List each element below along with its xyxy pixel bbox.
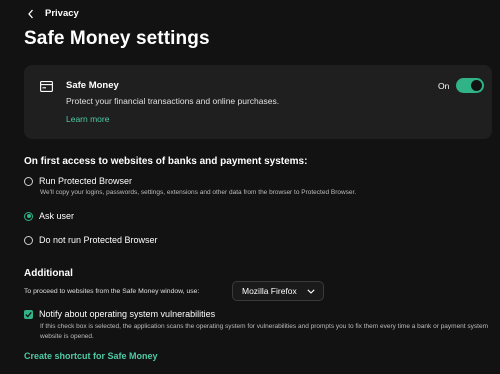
radio-label: Run Protected Browser bbox=[39, 176, 133, 186]
radio-label: Ask user bbox=[39, 211, 75, 221]
radio-button[interactable] bbox=[24, 176, 33, 186]
chevron-down-icon bbox=[307, 288, 315, 294]
safe-money-toggle[interactable] bbox=[456, 78, 484, 93]
toggle-knob bbox=[471, 80, 482, 91]
create-shortcut-link[interactable]: Create shortcut for Safe Money bbox=[24, 351, 158, 361]
proceed-browser-text: To proceed to websites from the Safe Mon… bbox=[24, 288, 200, 295]
first-access-heading: On first access to websites of banks and… bbox=[24, 156, 308, 167]
back-label: Privacy bbox=[45, 8, 79, 19]
radio-do-not-run-protected-browser[interactable]: Do not run Protected Browser bbox=[24, 235, 158, 245]
chevron-left-icon bbox=[28, 9, 33, 18]
radio-run-protected-browser[interactable]: Run Protected Browser bbox=[24, 176, 132, 186]
notify-vulnerabilities-label: Notify about operating system vulnerabil… bbox=[39, 309, 216, 319]
radio-button[interactable] bbox=[24, 235, 33, 245]
safe-money-description: Protect your financial transactions and … bbox=[66, 96, 280, 106]
page-title: Safe Money settings bbox=[24, 28, 210, 49]
radio-ask-user[interactable]: Ask user bbox=[24, 211, 74, 221]
notify-vulnerabilities-description: If this check box is selected, the appli… bbox=[40, 323, 488, 340]
notify-vulnerabilities-checkbox[interactable] bbox=[24, 309, 33, 319]
additional-heading: Additional bbox=[24, 268, 73, 279]
browser-selected-value: Mozilla Firefox bbox=[242, 286, 297, 296]
checkmark-icon bbox=[25, 311, 32, 318]
safe-money-title: Safe Money bbox=[66, 80, 119, 91]
browser-window-icon bbox=[40, 81, 53, 92]
radio-button-selected[interactable] bbox=[24, 211, 33, 221]
safe-money-card: Safe Money Protect your financial transa… bbox=[24, 65, 492, 139]
notify-vulnerabilities-option[interactable]: Notify about operating system vulnerabil… bbox=[24, 309, 215, 319]
browser-dropdown[interactable]: Mozilla Firefox bbox=[232, 281, 324, 301]
toggle-state-label: On bbox=[438, 81, 450, 91]
learn-more-link[interactable]: Learn more bbox=[66, 114, 109, 124]
back-to-privacy-link[interactable]: Privacy bbox=[27, 8, 79, 19]
safe-money-settings-page: Privacy Safe Money settings Safe Money P… bbox=[0, 0, 500, 374]
radio-label: Do not run Protected Browser bbox=[39, 235, 158, 245]
run-protected-browser-description: We'll copy your logins, passwords, setti… bbox=[40, 189, 357, 196]
